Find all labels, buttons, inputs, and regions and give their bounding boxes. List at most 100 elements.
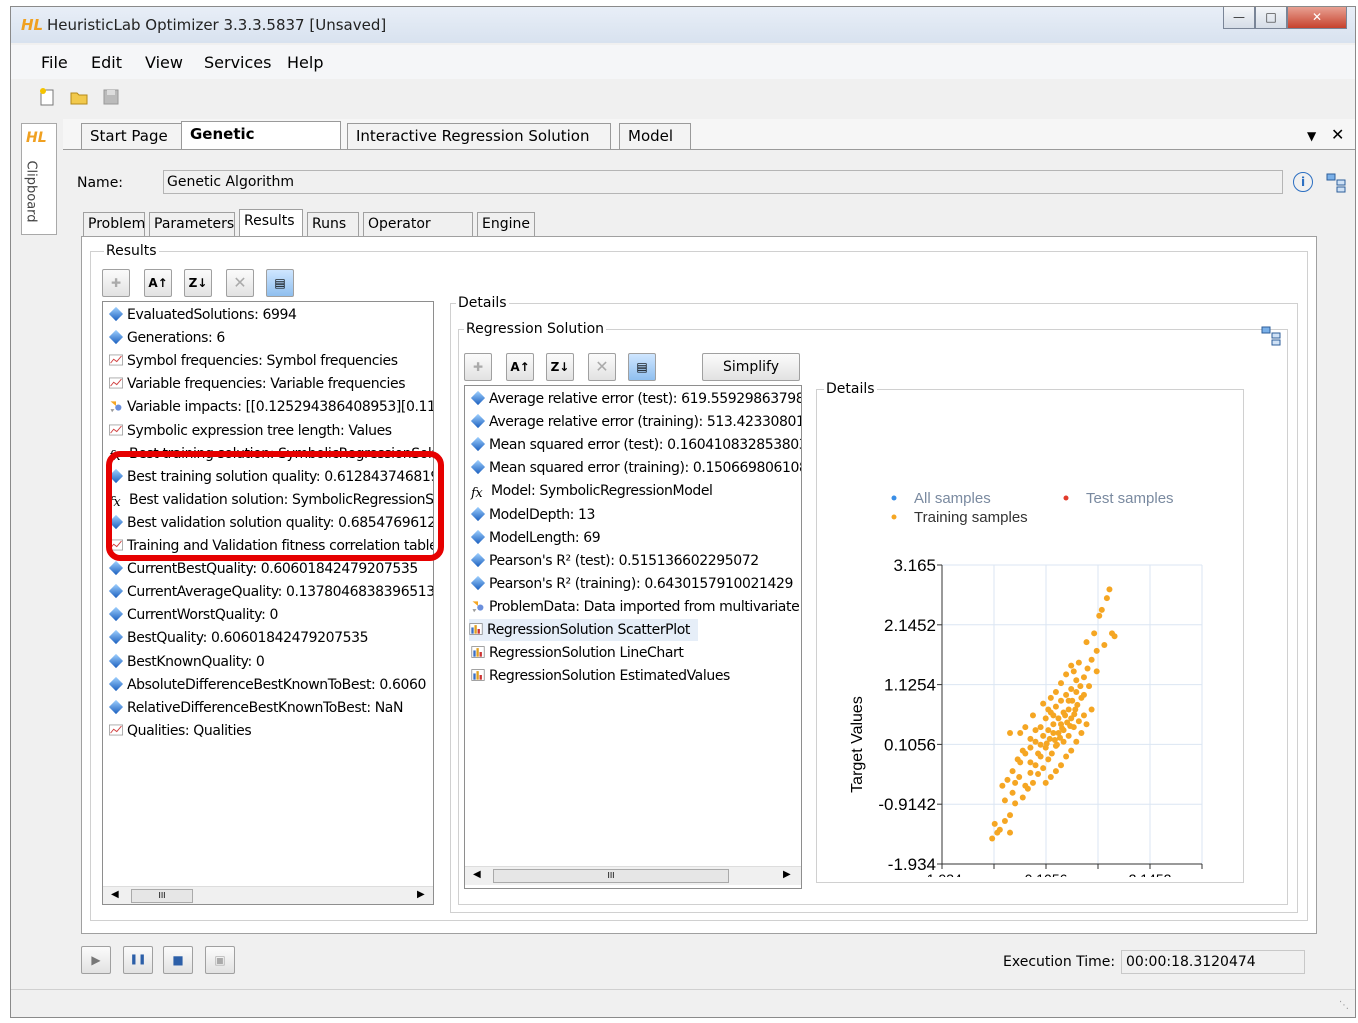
resize-grip-icon[interactable]: ⋱ bbox=[1339, 1000, 1349, 1011]
result-item[interactable]: RelativeDifferenceBestKnownToBest: NaN bbox=[108, 697, 404, 719]
detail-item[interactable]: Mean squared error (test): 0.16041083285… bbox=[470, 434, 801, 456]
result-item[interactable]: Symbol frequencies: Symbol frequencies bbox=[109, 350, 398, 372]
result-item[interactable]: AbsoluteDifferenceBestKnownToBest: 0.606… bbox=[108, 674, 426, 696]
training-point bbox=[1052, 742, 1059, 749]
detail-item[interactable]: fx Model: SymbolicRegressionModel bbox=[471, 480, 713, 502]
tab-engine[interactable]: Engine bbox=[477, 212, 535, 236]
detail-item[interactable]: ModelDepth: 13 bbox=[470, 504, 595, 526]
tab-problem[interactable]: Problem bbox=[83, 212, 145, 236]
close-window-button[interactable]: ✕ bbox=[1287, 7, 1347, 29]
result-item[interactable]: Qualities: Qualities bbox=[109, 720, 252, 742]
detail-item[interactable]: RegressionSolution EstimatedValues bbox=[471, 665, 730, 687]
details-tree-view-icon[interactable] bbox=[1260, 325, 1282, 347]
result-item[interactable]: CurrentWorstQuality: 0 bbox=[108, 604, 278, 626]
detail-item[interactable]: RegressionSolution LineChart bbox=[471, 642, 684, 664]
tab-model[interactable]: Model bbox=[619, 123, 691, 149]
detail-item[interactable]: Pearson's R² (training): 0.6430157910021… bbox=[470, 573, 793, 595]
details-add-button[interactable]: ✚ bbox=[464, 353, 492, 381]
tab-start-page[interactable]: Start Page bbox=[81, 123, 189, 149]
close-tab-icon[interactable]: ✕ bbox=[1331, 125, 1344, 144]
maximize-button[interactable]: □ bbox=[1255, 7, 1287, 29]
detail-item[interactable]: RegressionSolution ScatterPlot bbox=[469, 619, 698, 641]
menu-help[interactable]: Help bbox=[287, 53, 323, 72]
training-point bbox=[1042, 715, 1049, 722]
detail-item[interactable]: Pearson's R² (test): 0.515136602295072 bbox=[470, 550, 759, 572]
training-point bbox=[1019, 747, 1026, 754]
details-horizontal-scrollbar[interactable]: ◀ III ▶ bbox=[465, 866, 801, 885]
training-point bbox=[1050, 712, 1057, 719]
window-title: HeuristicLab Optimizer 3.3.3.5837 [Unsav… bbox=[47, 16, 387, 34]
details-properties-button[interactable]: ▤ bbox=[628, 353, 656, 381]
menu-view[interactable]: View bbox=[145, 53, 183, 72]
tab-operator-graph[interactable]: Operator Graph bbox=[363, 212, 473, 254]
new-file-icon[interactable] bbox=[37, 87, 57, 107]
menu-file[interactable]: File bbox=[41, 53, 68, 72]
detail-item[interactable]: Average relative error (test): 619.55929… bbox=[470, 388, 801, 410]
training-point bbox=[1051, 737, 1058, 744]
open-folder-icon[interactable] bbox=[69, 87, 89, 107]
tab-genetic-algorithm[interactable]: Genetic Algorithm bbox=[181, 121, 341, 167]
reset-button[interactable]: ▣ bbox=[205, 946, 235, 974]
result-item-text: RelativeDifferenceBestKnownToBest: NaN bbox=[127, 699, 404, 716]
result-item-text: BestKnownQuality: 0 bbox=[127, 653, 265, 670]
result-item[interactable]: BestQuality: 0.60601842479207535 bbox=[108, 627, 369, 649]
details-group-label: Details bbox=[456, 295, 509, 311]
clipboard-logo: HL bbox=[26, 130, 47, 146]
result-item[interactable]: Generations: 6 bbox=[108, 327, 225, 349]
y-tick-label: 3.165 bbox=[893, 556, 936, 575]
status-bar: ⋱ bbox=[11, 989, 1355, 1017]
remove-button[interactable]: ✕ bbox=[226, 269, 254, 297]
details-sort-descending-button[interactable]: Z↓ bbox=[546, 353, 574, 381]
training-point bbox=[1001, 817, 1008, 824]
result-item[interactable]: CurrentAverageQuality: 0.137804683839651… bbox=[108, 581, 433, 603]
result-item[interactable]: Variable frequencies: Variable frequenci… bbox=[109, 373, 406, 395]
detail-item[interactable]: ModelLength: 69 bbox=[470, 527, 601, 549]
tab-results[interactable]: Results bbox=[239, 209, 303, 237]
result-item[interactable]: Symbolic expression tree length: Values bbox=[109, 420, 392, 442]
stop-button[interactable]: ■ bbox=[163, 946, 193, 974]
result-item[interactable]: BestKnownQuality: 0 bbox=[108, 651, 265, 673]
add-button[interactable]: ✚ bbox=[102, 269, 130, 297]
details-sort-ascending-button[interactable]: A↑ bbox=[506, 353, 534, 381]
main-window: HL HeuristicLab Optimizer 3.3.3.5837 [Un… bbox=[10, 6, 1356, 1018]
result-item-text: Generations: 6 bbox=[127, 330, 225, 347]
tab-list-dropdown-icon[interactable]: ▼ bbox=[1307, 129, 1316, 143]
name-field[interactable]: Genetic Algorithm bbox=[163, 170, 1283, 194]
training-point bbox=[1047, 694, 1054, 701]
training-point bbox=[1012, 800, 1019, 807]
result-item[interactable]: EvaluatedSolutions: 6994 bbox=[108, 304, 297, 326]
info-icon[interactable]: i bbox=[1293, 172, 1313, 192]
play-button[interactable]: ▶ bbox=[81, 946, 111, 974]
value-icon bbox=[470, 460, 486, 475]
result-item[interactable]: CurrentBestQuality: 0.60601842479207535 bbox=[108, 558, 418, 580]
value-icon bbox=[108, 653, 124, 668]
menu-services[interactable]: Services bbox=[204, 53, 271, 72]
detail-item[interactable]: Average relative error (training): 513.4… bbox=[470, 411, 801, 433]
results-horizontal-scrollbar[interactable]: ◀ III ▶ bbox=[103, 886, 433, 904]
training-point bbox=[1083, 639, 1090, 646]
tab-runs[interactable]: Runs bbox=[307, 212, 359, 236]
menu-edit[interactable]: Edit bbox=[91, 53, 122, 72]
save-icon[interactable] bbox=[101, 87, 121, 107]
sort-descending-button[interactable]: Z↓ bbox=[184, 269, 212, 297]
toolbar bbox=[11, 81, 1355, 113]
detail-item[interactable]: Mean squared error (training): 0.1506698… bbox=[470, 457, 801, 479]
tab-interactive-regression[interactable]: Interactive Regression Solution S... bbox=[347, 123, 611, 169]
clipboard-sidebar-tab[interactable]: HL Clipboard bbox=[21, 123, 57, 235]
training-point bbox=[1048, 750, 1055, 757]
pause-button[interactable]: ❚❚ bbox=[123, 946, 153, 974]
simplify-button[interactable]: Simplify bbox=[702, 353, 800, 381]
details-remove-button[interactable]: ✕ bbox=[588, 353, 616, 381]
minimize-button[interactable]: — bbox=[1223, 7, 1255, 29]
tab-parameters[interactable]: Parameters bbox=[149, 212, 235, 236]
value-icon bbox=[108, 330, 124, 345]
detail-item[interactable]: ProblemData: Data imported from multivar… bbox=[471, 596, 801, 618]
result-item[interactable]: Variable impacts: [[0.125294386408953][0… bbox=[109, 396, 433, 418]
inner-details-label: Details bbox=[824, 381, 877, 397]
training-point bbox=[1009, 768, 1016, 775]
value-icon bbox=[108, 676, 124, 691]
tree-view-icon[interactable] bbox=[1325, 172, 1347, 194]
result-item-text: Qualities: Qualities bbox=[127, 722, 252, 739]
properties-button[interactable]: ▤ bbox=[266, 269, 294, 297]
sort-ascending-button[interactable]: A↑ bbox=[144, 269, 172, 297]
